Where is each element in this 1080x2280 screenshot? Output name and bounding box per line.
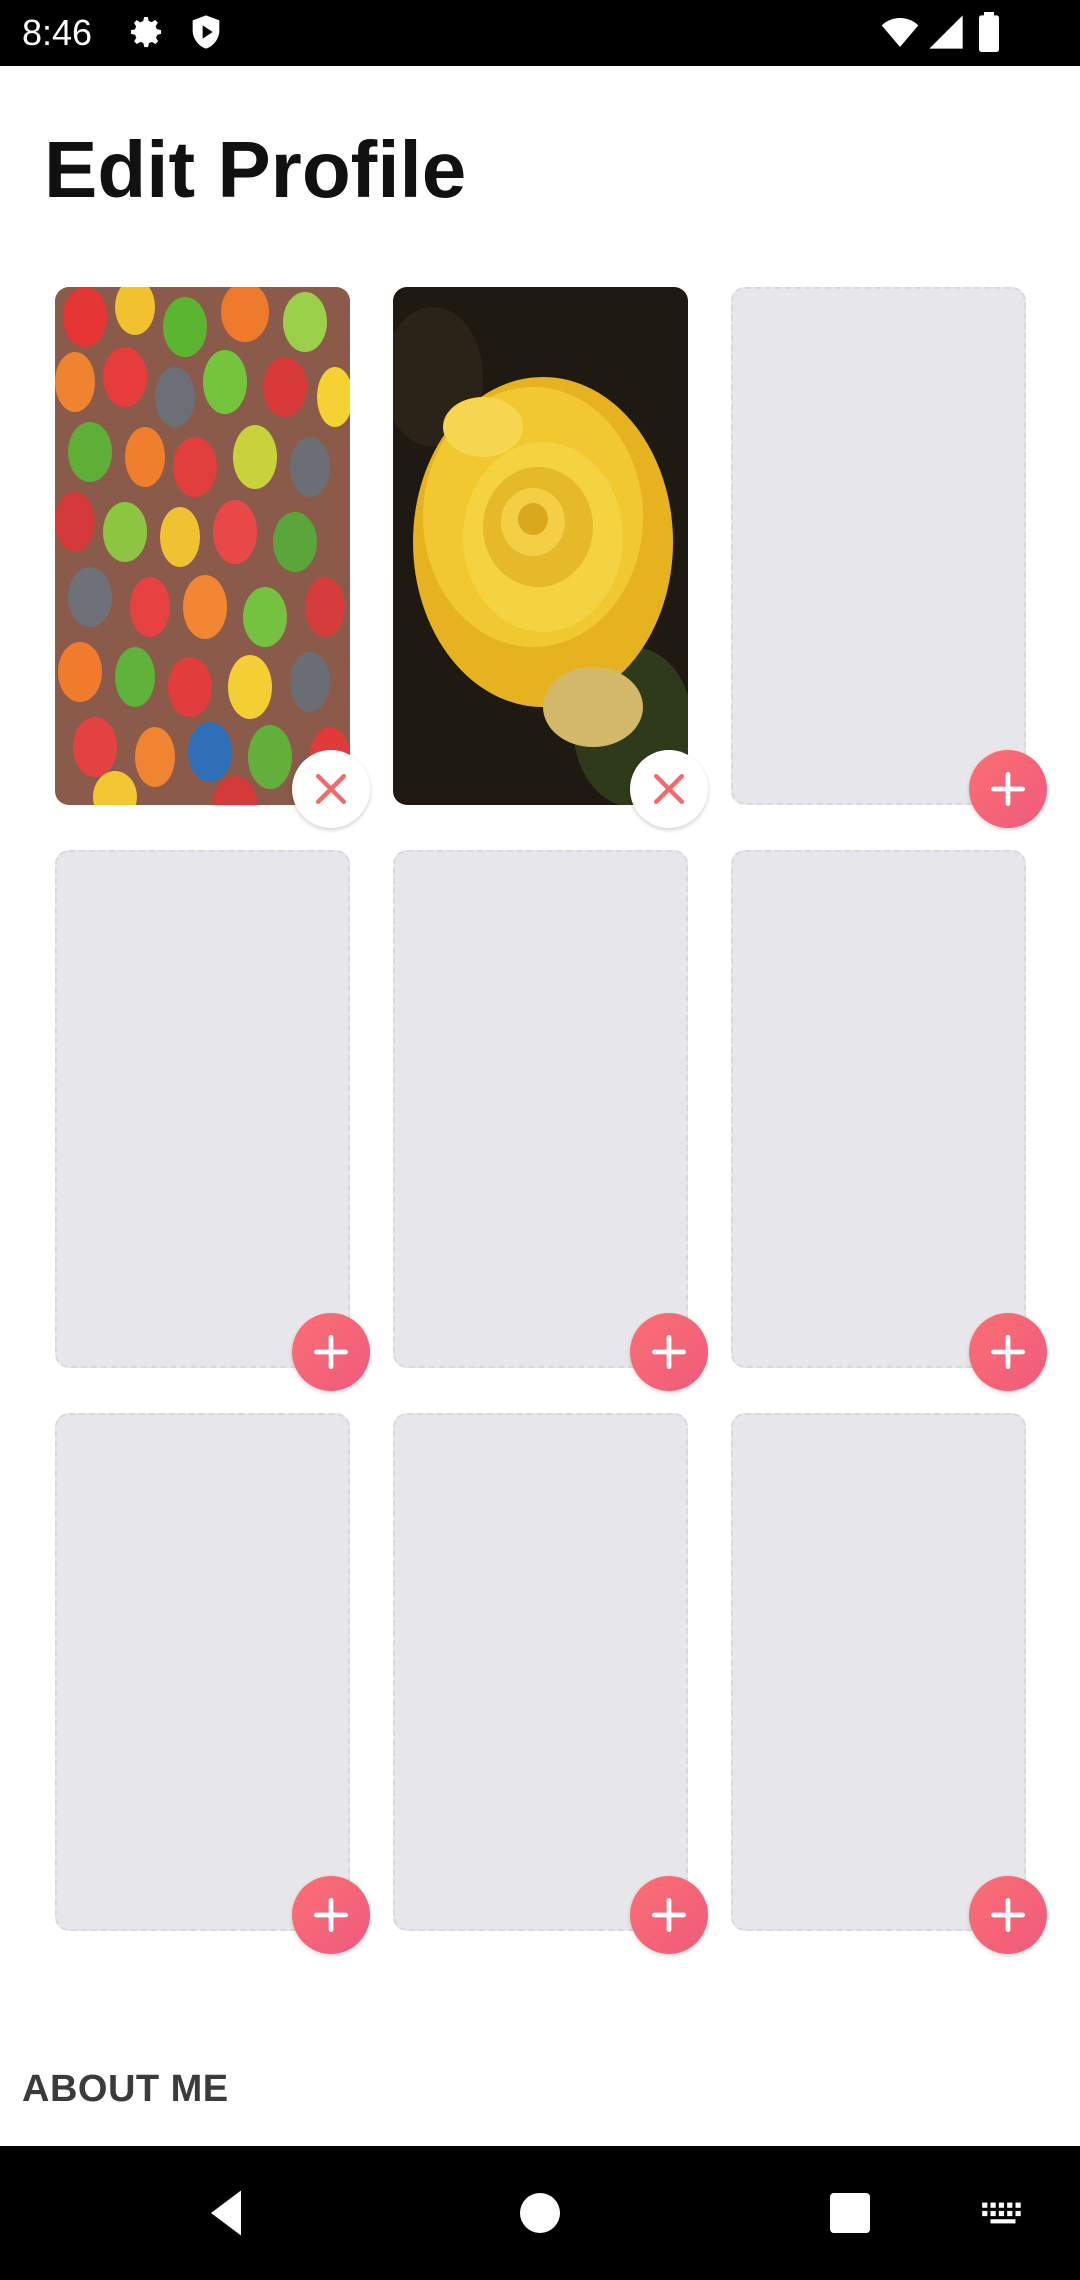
close-icon [653, 773, 685, 805]
plus-icon [651, 1897, 687, 1933]
photo-slot-4[interactable] [55, 850, 350, 1368]
back-icon[interactable] [196, 2183, 256, 2243]
photo-slot-2[interactable] [393, 287, 688, 805]
close-icon [315, 773, 347, 805]
photo-slot-1[interactable] [55, 287, 350, 805]
plus-icon [313, 1897, 349, 1933]
add-photo-button[interactable] [630, 1313, 708, 1391]
photo-slot-5[interactable] [393, 850, 688, 1368]
plus-icon [651, 1334, 687, 1370]
add-photo-button[interactable] [292, 1876, 370, 1954]
add-photo-button[interactable] [969, 750, 1047, 828]
home-icon[interactable] [510, 2183, 570, 2243]
remove-photo-button[interactable] [630, 750, 708, 828]
plus-icon [990, 1897, 1026, 1933]
photo-slot-9[interactable] [731, 1413, 1026, 1931]
add-photo-button[interactable] [630, 1876, 708, 1954]
about-me-heading: ABOUT ME [22, 2068, 229, 2110]
plus-icon [990, 1334, 1026, 1370]
add-photo-button[interactable] [969, 1313, 1047, 1391]
plus-icon [313, 1334, 349, 1370]
photo-slot-8[interactable] [393, 1413, 688, 1931]
plus-icon [990, 771, 1026, 807]
photo-slot-7[interactable] [55, 1413, 350, 1931]
yellow-rose-photo [393, 287, 688, 805]
keyboard-icon[interactable] [978, 2183, 1028, 2243]
remove-photo-button[interactable] [292, 750, 370, 828]
photo-slot-3[interactable] [731, 287, 1026, 805]
navigation-bar [0, 2146, 1080, 2280]
add-photo-button[interactable] [292, 1313, 370, 1391]
photo-slot-6[interactable] [731, 850, 1026, 1368]
jelly-beans-photo [55, 287, 350, 805]
photo-grid [0, 0, 1080, 2000]
recents-icon[interactable] [820, 2183, 880, 2243]
add-photo-button[interactable] [969, 1876, 1047, 1954]
